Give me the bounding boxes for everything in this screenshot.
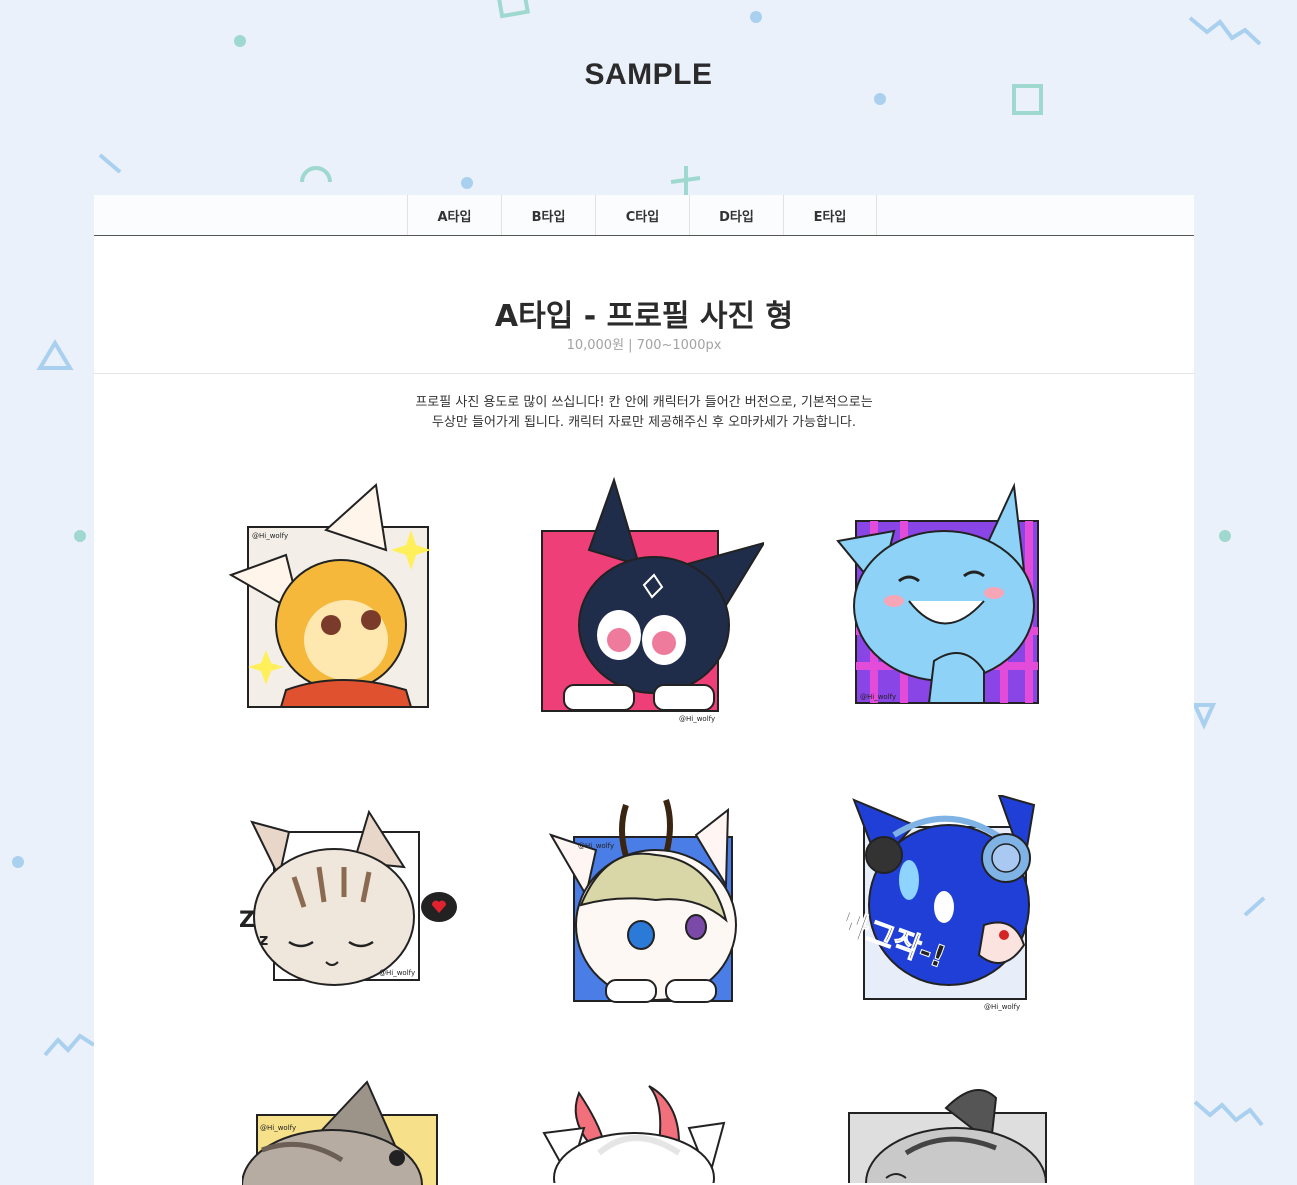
artist-credit: @Hi_wolfy — [379, 969, 415, 977]
artist-credit: @Hi_wolfy — [578, 842, 614, 850]
tab-b-type[interactable]: B타입 — [501, 195, 595, 235]
blue-wolf-illustration: @Hi_wolfy — [836, 482, 1039, 704]
tab-e-type[interactable]: E타입 — [783, 195, 877, 235]
horned-white-cat-illustration — [542, 1085, 726, 1183]
artist-credit: @Hi_wolfy — [679, 715, 715, 723]
tab-c-type[interactable]: C타입 — [595, 195, 689, 235]
blue-headphone-cat-illustration: 뫄그작-! @Hi_wolfy — [835, 795, 1036, 1011]
grayscale-dog-illustration — [848, 1089, 1047, 1183]
section-title: A타입 - 프로필 사진 형 — [494, 299, 794, 334]
artist-credit: @Hi_wolfy — [984, 1003, 1020, 1011]
antlered-cat-illustration: @Hi_wolfy — [548, 799, 737, 1003]
svg-text:Z: Z — [239, 908, 255, 933]
section-description: 프로필 사진 용도로 많이 쓰십니다! 칸 안에 캐릭터가 들어간 버전으로, … — [94, 393, 1194, 433]
tab-bar: A타입 B타입 C타입 D타입 E타입 — [94, 195, 1194, 236]
artist-credit: @Hi_wolfy — [860, 693, 896, 701]
section-divider — [94, 373, 1194, 374]
tabby-cat-illustration: Z z @Hi_wolfy — [239, 809, 457, 986]
description-line: 프로필 사진 용도로 많이 쓰십니다! 칸 안에 캐릭터가 들어간 버전으로, … — [415, 395, 873, 410]
yellow-fox-illustration: @Hi_wolfy — [228, 483, 431, 708]
artist-credit: @Hi_wolfy — [260, 1124, 296, 1132]
description-line: 두상만 들어가게 됩니다. 캐릭터 자료만 제공해주신 후 오마카세가 가능합니… — [431, 415, 857, 430]
page-title: SAMPLE — [584, 58, 713, 91]
tab-d-type[interactable]: D타입 — [689, 195, 783, 235]
gray-cat-illustration: @Hi_wolfy — [242, 1080, 438, 1185]
svg-text:z: z — [259, 930, 268, 949]
artist-credit: @Hi_wolfy — [252, 532, 288, 540]
section-price-size: 10,000원 | 700~1000px — [566, 338, 722, 353]
content-panel: A타입 B타입 C타입 D타입 E타입 A타입 - 프로필 사진 형 10,00… — [94, 195, 1194, 1185]
navy-cat-illustration: @Hi_wolfy — [541, 476, 764, 723]
tab-a-type[interactable]: A타입 — [407, 195, 501, 235]
